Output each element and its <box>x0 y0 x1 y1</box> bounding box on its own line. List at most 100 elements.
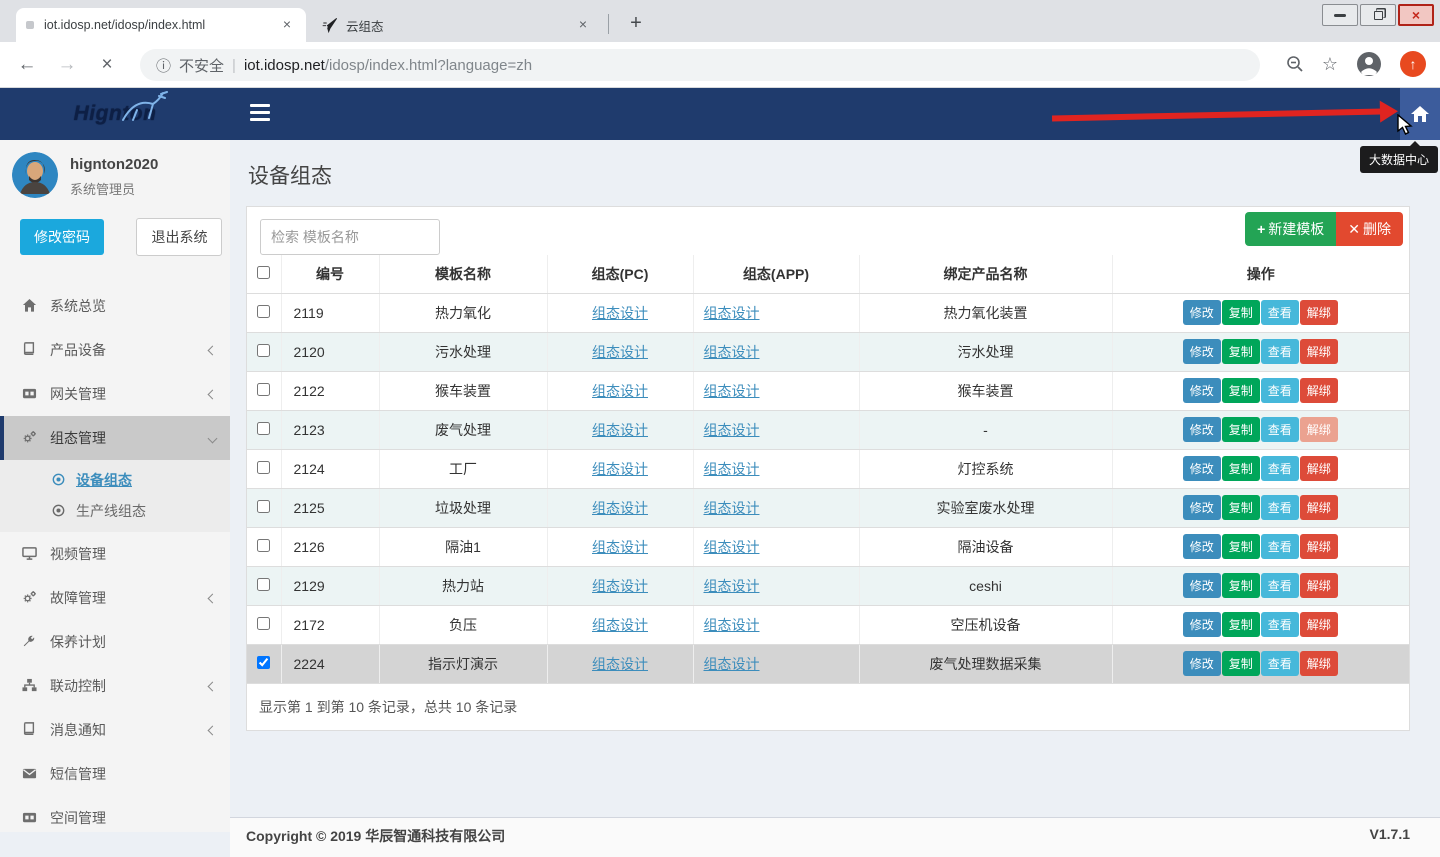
pc-config-design-link[interactable]: 组态设计 <box>592 305 648 321</box>
pc-config-design-link[interactable]: 组态设计 <box>592 461 648 477</box>
sidebar-toggle-button[interactable] <box>250 104 270 121</box>
copy-button[interactable]: 复制 <box>1222 300 1260 325</box>
row-checkbox[interactable] <box>257 344 270 357</box>
sidebar-item-message-notification[interactable]: 消息通知 <box>0 708 230 752</box>
modify-button[interactable]: 修改 <box>1183 339 1221 364</box>
row-checkbox[interactable] <box>257 305 270 318</box>
stop-loading-button[interactable]: × <box>94 52 120 78</box>
browser-tab-current[interactable]: iot.idosp.net/idosp/index.html × <box>16 8 306 42</box>
view-button[interactable]: 查看 <box>1261 378 1299 403</box>
unbind-button[interactable]: 解绑 <box>1300 612 1338 637</box>
row-checkbox[interactable] <box>257 617 270 630</box>
profile-avatar-icon[interactable] <box>1356 51 1382 77</box>
copy-button[interactable]: 复制 <box>1222 534 1260 559</box>
copy-button[interactable]: 复制 <box>1222 495 1260 520</box>
app-config-design-link[interactable]: 组态设计 <box>704 461 760 477</box>
unbind-button[interactable]: 解绑 <box>1300 339 1338 364</box>
view-button[interactable]: 查看 <box>1261 651 1299 676</box>
view-button[interactable]: 查看 <box>1261 534 1299 559</box>
modify-button[interactable]: 修改 <box>1183 417 1221 442</box>
sidebar-item-space-management[interactable]: 空间管理 <box>0 796 230 840</box>
tab-close-icon[interactable]: × <box>574 16 592 34</box>
sidebar-item-video-management[interactable]: 视频管理 <box>0 532 230 576</box>
sidebar-item-sms-management[interactable]: 短信管理 <box>0 752 230 796</box>
pc-config-design-link[interactable]: 组态设计 <box>592 617 648 633</box>
pc-config-design-link[interactable]: 组态设计 <box>592 656 648 672</box>
copy-button[interactable]: 复制 <box>1222 339 1260 364</box>
app-config-design-link[interactable]: 组态设计 <box>704 578 760 594</box>
copy-button[interactable]: 复制 <box>1222 378 1260 403</box>
row-checkbox[interactable] <box>257 422 270 435</box>
modify-button[interactable]: 修改 <box>1183 534 1221 559</box>
new-template-button[interactable]: +新建模板 <box>1245 212 1336 246</box>
copy-button[interactable]: 复制 <box>1222 417 1260 442</box>
browser-update-icon[interactable]: ↑ <box>1400 51 1426 77</box>
view-button[interactable]: 查看 <box>1261 456 1299 481</box>
window-close-button[interactable]: × <box>1398 4 1434 26</box>
row-checkbox[interactable] <box>257 578 270 591</box>
row-checkbox[interactable] <box>257 383 270 396</box>
pc-config-design-link[interactable]: 组态设计 <box>592 344 648 360</box>
unbind-button[interactable]: 解绑 <box>1300 378 1338 403</box>
view-button[interactable]: 查看 <box>1261 300 1299 325</box>
template-search-input[interactable] <box>260 219 440 255</box>
forward-button[interactable]: → <box>54 52 80 78</box>
copy-button[interactable]: 复制 <box>1222 573 1260 598</box>
unbind-button[interactable]: 解绑 <box>1300 495 1338 520</box>
back-button[interactable]: ← <box>14 52 40 78</box>
view-button[interactable]: 查看 <box>1261 612 1299 637</box>
view-button[interactable]: 查看 <box>1261 495 1299 520</box>
sidebar-subitem-production-line-configuration[interactable]: 生产线组态 <box>0 495 230 526</box>
pc-config-design-link[interactable]: 组态设计 <box>592 500 648 516</box>
sidebar-item-linkage-control[interactable]: 联动控制 <box>0 664 230 708</box>
app-config-design-link[interactable]: 组态设计 <box>704 344 760 360</box>
app-config-design-link[interactable]: 组态设计 <box>704 422 760 438</box>
unbind-button[interactable]: 解绑 <box>1300 651 1338 676</box>
copy-button[interactable]: 复制 <box>1222 651 1260 676</box>
app-config-design-link[interactable]: 组态设计 <box>704 500 760 516</box>
delete-button[interactable]: ✕删除 <box>1336 212 1403 246</box>
bookmark-star-icon[interactable]: ☆ <box>1322 54 1338 75</box>
zoom-out-icon[interactable] <box>1286 55 1304 73</box>
sidebar-item-configuration-management[interactable]: 组态管理 <box>0 416 230 460</box>
modify-button[interactable]: 修改 <box>1183 651 1221 676</box>
copy-button[interactable]: 复制 <box>1222 612 1260 637</box>
unbind-button[interactable]: 解绑 <box>1300 573 1338 598</box>
browser-tab-cloud-config[interactable]: 云组态 × <box>312 8 602 42</box>
app-config-design-link[interactable]: 组态设计 <box>704 305 760 321</box>
change-password-button[interactable]: 修改密码 <box>20 219 104 255</box>
modify-button[interactable]: 修改 <box>1183 378 1221 403</box>
app-config-design-link[interactable]: 组态设计 <box>704 617 760 633</box>
tab-close-icon[interactable]: × <box>278 16 296 34</box>
pc-config-design-link[interactable]: 组态设计 <box>592 383 648 399</box>
modify-button[interactable]: 修改 <box>1183 300 1221 325</box>
unbind-button[interactable]: 解绑 <box>1300 534 1338 559</box>
unbind-button[interactable]: 解绑 <box>1300 456 1338 481</box>
modify-button[interactable]: 修改 <box>1183 612 1221 637</box>
row-checkbox[interactable] <box>257 656 270 669</box>
modify-button[interactable]: 修改 <box>1183 456 1221 481</box>
window-restore-button[interactable] <box>1360 4 1396 26</box>
modify-button[interactable]: 修改 <box>1183 495 1221 520</box>
copy-button[interactable]: 复制 <box>1222 456 1260 481</box>
view-button[interactable]: 查看 <box>1261 417 1299 442</box>
modify-button[interactable]: 修改 <box>1183 573 1221 598</box>
unbind-button[interactable]: 解绑 <box>1300 300 1338 325</box>
pc-config-design-link[interactable]: 组态设计 <box>592 422 648 438</box>
address-bar[interactable]: ⓘ 不安全 | iot.idosp.net/idosp/index.html?l… <box>140 49 1260 81</box>
pc-config-design-link[interactable]: 组态设计 <box>592 578 648 594</box>
app-config-design-link[interactable]: 组态设计 <box>704 383 760 399</box>
window-minimize-button[interactable] <box>1322 4 1358 26</box>
select-all-checkbox[interactable] <box>257 266 270 279</box>
sidebar-subitem-device-configuration[interactable]: 设备组态 <box>0 464 230 495</box>
view-button[interactable]: 查看 <box>1261 339 1299 364</box>
new-tab-button[interactable]: + <box>622 10 650 38</box>
unbind-button[interactable]: 解绑 <box>1300 417 1338 442</box>
app-config-design-link[interactable]: 组态设计 <box>704 656 760 672</box>
pc-config-design-link[interactable]: 组态设计 <box>592 539 648 555</box>
view-button[interactable]: 查看 <box>1261 573 1299 598</box>
row-checkbox[interactable] <box>257 461 270 474</box>
sidebar-item-gateway-management[interactable]: 网关管理 <box>0 372 230 416</box>
sidebar-item-maintenance-plan[interactable]: 保养计划 <box>0 620 230 664</box>
row-checkbox[interactable] <box>257 500 270 513</box>
